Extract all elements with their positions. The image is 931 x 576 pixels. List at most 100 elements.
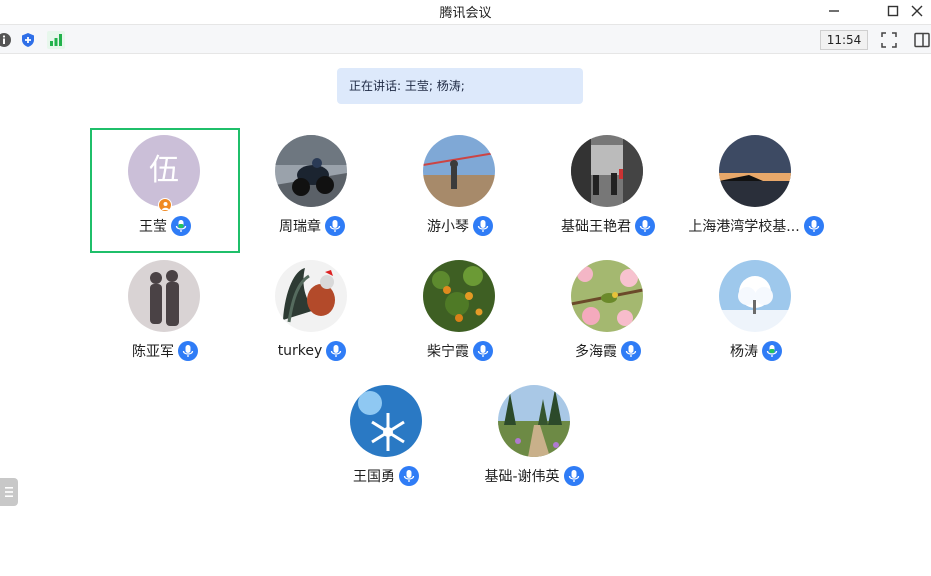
participant-name: turkey <box>277 343 323 359</box>
minimize-button[interactable] <box>817 0 851 22</box>
signal-strength-icon <box>47 31 65 49</box>
sunset-photo-avatar <box>719 135 791 207</box>
participant-nameline: 柴宁霞 <box>385 340 535 362</box>
microphone-speaking-icon <box>175 220 187 232</box>
info-icon <box>0 33 11 47</box>
network-button[interactable] <box>46 30 66 50</box>
mic-button[interactable] <box>563 466 584 486</box>
microphone-icon <box>625 345 637 357</box>
participant-tile[interactable]: 游小琴 <box>385 128 535 253</box>
speaking-indicator: 正在讲话: 王莹; 杨涛; <box>337 68 583 104</box>
participant-name: 周瑞章 <box>279 219 321 235</box>
mic-button[interactable] <box>399 466 419 486</box>
mic-button[interactable] <box>473 216 493 236</box>
avatar: 伍 <box>128 135 200 207</box>
participant-tile[interactable]: 上海港湾学校基... <box>681 128 831 253</box>
mic-button[interactable] <box>326 341 347 361</box>
menu-icon <box>5 487 13 497</box>
blossom-bird-photo-avatar <box>571 260 643 332</box>
avatar <box>719 135 791 207</box>
participant-name: 王国勇 <box>353 469 395 485</box>
participant-name: 王莹 <box>139 219 167 235</box>
fruit-tree-photo-avatar <box>423 260 495 332</box>
mic-button[interactable] <box>178 341 198 361</box>
meeting-clock: 11:54 <box>820 30 868 50</box>
microphone-speaking-icon <box>766 345 778 357</box>
maximize-icon <box>887 5 899 17</box>
participant-name: 游小琴 <box>427 219 469 235</box>
participant-tile[interactable]: 多海霞 <box>533 253 683 378</box>
avatar <box>275 135 347 207</box>
user-icon <box>161 201 169 210</box>
participant-name: 基础王艳君 <box>561 219 631 235</box>
microphone-icon <box>182 345 194 357</box>
mic-button[interactable] <box>635 216 655 236</box>
info-button[interactable] <box>0 30 14 50</box>
meeting-toolbar: 11:54 <box>0 24 931 54</box>
microphone-icon <box>639 220 651 232</box>
participant-nameline: 周瑞章 <box>237 215 387 237</box>
mic-button[interactable] <box>325 216 345 236</box>
snowy-tree-photo-avatar <box>719 260 791 332</box>
participant-tile[interactable]: 伍 王莹 <box>90 128 240 253</box>
participant-name: 基础-谢伟英 <box>484 469 560 485</box>
window-title: 腾讯会议 <box>439 6 492 21</box>
snowflake-photo-avatar <box>350 385 422 457</box>
participant-tile[interactable]: 王国勇 <box>311 378 461 503</box>
layout-button[interactable] <box>912 30 931 50</box>
participant-nameline: 王国勇 <box>311 465 461 487</box>
mic-button[interactable] <box>803 216 824 236</box>
microphone-icon <box>403 470 415 482</box>
forest-trail-photo-avatar <box>498 385 570 457</box>
microphone-icon <box>331 345 342 357</box>
motorcycle-photo-avatar <box>275 135 347 207</box>
mic-button[interactable] <box>762 341 782 361</box>
mic-button[interactable] <box>171 216 191 236</box>
avatar <box>423 260 495 332</box>
avatar <box>719 260 791 332</box>
participant-tile[interactable]: turkey <box>237 253 387 378</box>
participant-tile[interactable]: 陈亚军 <box>90 253 240 378</box>
participant-name: 杨涛 <box>730 344 758 360</box>
participant-name: 多海霞 <box>575 344 617 360</box>
avatar-letter: 伍 <box>149 153 179 188</box>
participant-name: 柴宁霞 <box>427 344 469 360</box>
participant-nameline: turkey <box>237 340 387 362</box>
participant-nameline: 游小琴 <box>385 215 535 237</box>
avatar <box>128 260 200 332</box>
participant-nameline: 杨涛 <box>681 340 831 362</box>
mic-button[interactable] <box>621 341 641 361</box>
fullscreen-icon <box>881 32 897 48</box>
minimize-icon <box>829 10 839 12</box>
title-bar: 腾讯会议 <box>0 0 931 24</box>
fullscreen-button[interactable] <box>879 30 899 50</box>
participant-nameline: 王莹 <box>92 215 238 237</box>
participant-tile[interactable]: 周瑞章 <box>237 128 387 253</box>
participant-nameline: 上海港湾学校基... <box>681 215 831 237</box>
participant-name: 陈亚军 <box>132 344 174 360</box>
sidebar-toggle-button[interactable] <box>0 478 18 506</box>
participant-nameline: 多海霞 <box>533 340 683 362</box>
participant-tile[interactable]: 基础王艳君 <box>533 128 683 253</box>
participant-nameline: 基础-谢伟英 <box>459 465 609 487</box>
avatar <box>571 260 643 332</box>
participant-tile[interactable]: 柴宁霞 <box>385 253 535 378</box>
host-badge <box>158 198 172 212</box>
shield-icon <box>22 33 34 47</box>
avatar <box>571 135 643 207</box>
avatar <box>275 260 347 332</box>
close-button[interactable] <box>900 0 931 22</box>
mic-button[interactable] <box>473 341 493 361</box>
microphone-icon <box>808 220 819 232</box>
microphone-icon <box>477 345 489 357</box>
security-button[interactable] <box>18 30 38 50</box>
silhouette-photo-avatar <box>128 260 200 332</box>
microphone-icon <box>477 220 489 232</box>
participant-tile[interactable]: 基础-谢伟英 <box>459 378 609 503</box>
participant-tile[interactable]: 杨涛 <box>681 253 831 378</box>
avatar <box>423 135 495 207</box>
participant-name: 上海港湾学校基... <box>688 219 800 235</box>
street-photo-avatar <box>571 135 643 207</box>
beach-photo-avatar <box>423 135 495 207</box>
participant-nameline: 陈亚军 <box>90 340 240 362</box>
